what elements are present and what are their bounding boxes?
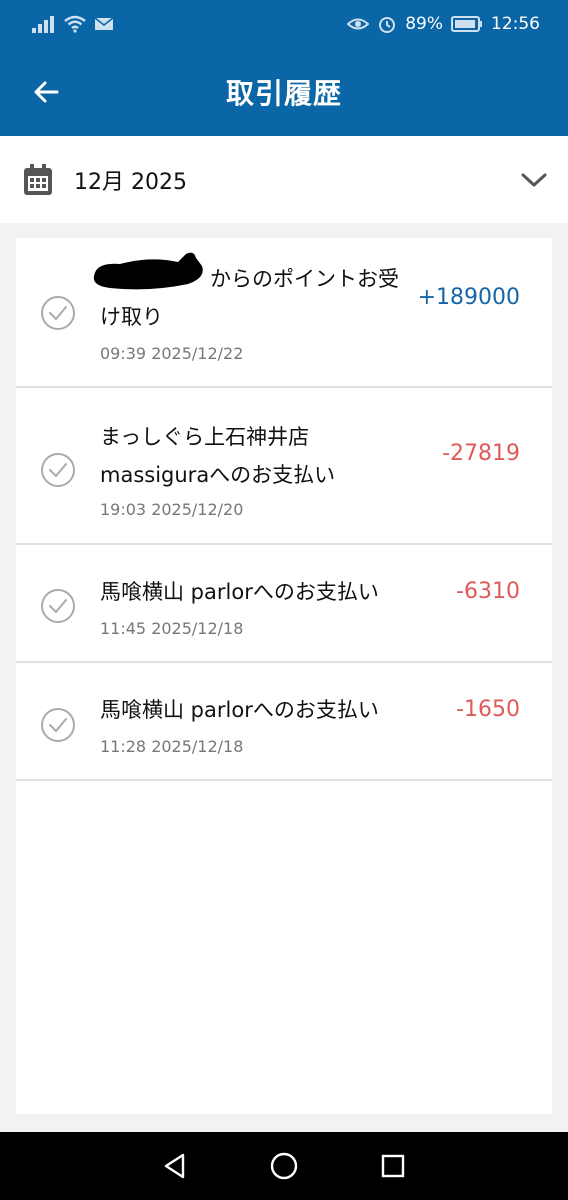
transaction-amount: -1650 — [456, 697, 520, 722]
transaction-amount: -27819 — [442, 441, 520, 466]
transaction-row[interactable]: 馬喰横山 parlorへのお支払い 11:45 2025/12/18 -6310 — [16, 545, 552, 663]
nav-back-button[interactable] — [155, 1146, 195, 1186]
transaction-row[interactable]: からのポイントお受け取り 09:39 2025/12/22 +189000 — [16, 238, 552, 388]
check-circle-icon — [41, 453, 75, 487]
battery-icon — [451, 16, 482, 32]
app-bar: 取引履歴 — [0, 48, 568, 136]
battery-percent: 89% — [405, 14, 443, 34]
signal-icon — [32, 16, 54, 33]
month-dropdown-button[interactable] — [518, 164, 550, 196]
clock: 12:56 — [491, 14, 540, 34]
eye-icon — [347, 18, 370, 30]
status-bar: 89% 12:56 — [0, 0, 568, 48]
wifi-icon — [64, 15, 86, 33]
transaction-title: まっしぐら上石神井店massiguraへのお支払い — [100, 425, 336, 487]
transaction-title: 馬喰横山 parlorへのお支払い — [100, 698, 379, 722]
system-nav-bar — [0, 1132, 568, 1200]
transaction-amount: +189000 — [417, 285, 520, 310]
transaction-title: からのポイントお受け取り — [100, 267, 399, 329]
square-recents-icon — [382, 1154, 405, 1178]
mail-icon — [94, 17, 114, 30]
calendar-icon — [24, 163, 52, 195]
back-button[interactable] — [30, 76, 62, 108]
month-selector[interactable]: 12月 2025 — [0, 136, 568, 223]
status-right: 89% 12:56 — [347, 14, 540, 34]
circle-home-icon — [270, 1152, 298, 1180]
transaction-amount: -6310 — [456, 579, 520, 604]
check-circle-icon — [41, 708, 75, 742]
month-label: 12月 2025 — [74, 169, 187, 195]
check-circle-icon — [41, 296, 75, 330]
transaction-list: からのポイントお受け取り 09:39 2025/12/22 +189000 まっ… — [16, 238, 552, 1114]
arrow-left-icon — [34, 81, 59, 103]
check-circle-icon — [41, 589, 75, 623]
alarm-icon — [379, 17, 396, 33]
nav-recents-button[interactable] — [373, 1146, 413, 1186]
transaction-row[interactable]: まっしぐら上石神井店massiguraへのお支払い 19:03 2025/12/… — [16, 388, 552, 545]
transaction-time: 09:39 2025/12/22 — [100, 344, 244, 363]
transaction-time: 11:45 2025/12/18 — [100, 619, 244, 638]
nav-home-button[interactable] — [264, 1146, 304, 1186]
transaction-time: 19:03 2025/12/20 — [100, 500, 244, 519]
page-title: 取引履歴 — [225, 77, 342, 110]
transaction-title: 馬喰横山 parlorへのお支払い — [100, 580, 379, 604]
triangle-back-icon — [164, 1153, 184, 1179]
transaction-row[interactable]: 馬喰横山 parlorへのお支払い 11:28 2025/12/18 -1650 — [16, 663, 552, 781]
transaction-time: 11:28 2025/12/18 — [100, 737, 244, 756]
chevron-down-icon — [521, 173, 547, 187]
status-left — [32, 15, 114, 33]
